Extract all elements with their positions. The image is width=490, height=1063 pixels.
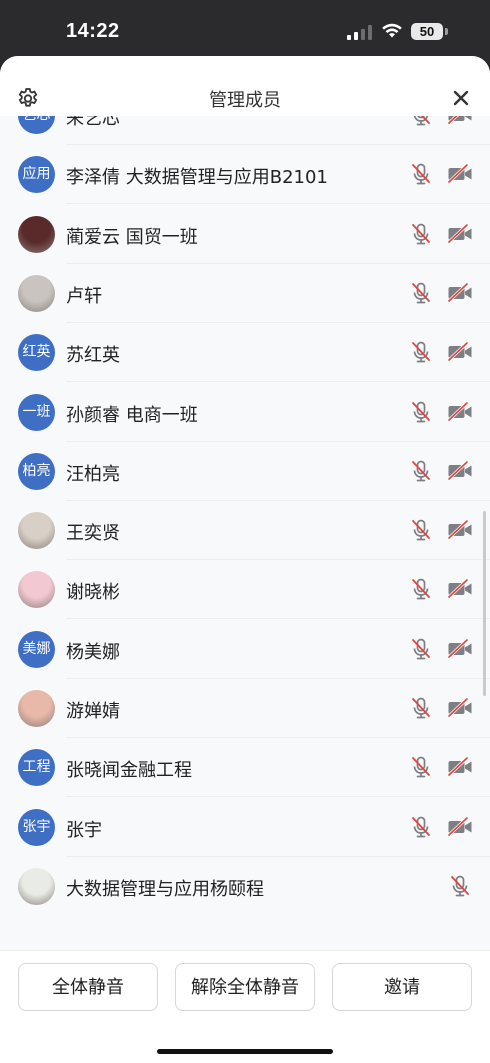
- camera-off-icon[interactable]: [447, 815, 473, 839]
- member-name: 杨美娜: [66, 642, 120, 663]
- member-row[interactable]: 张宇 张宇: [0, 798, 490, 857]
- member-name: 来艺芯: [66, 116, 120, 129]
- row-separator: [66, 203, 490, 204]
- sheet-title: 管理成员: [209, 90, 281, 111]
- home-indicator: [157, 1049, 333, 1054]
- camera-off-icon[interactable]: [447, 459, 473, 483]
- camera-off-icon[interactable]: [447, 116, 473, 127]
- avatar: 工程: [18, 749, 55, 786]
- status-time: 14:22: [66, 20, 120, 42]
- avatar: 艺芯: [18, 116, 55, 134]
- battery-tip: [445, 28, 448, 35]
- cellular-signal-icon: [347, 25, 372, 40]
- mic-muted-icon[interactable]: [409, 222, 433, 246]
- mic-muted-icon[interactable]: [409, 577, 433, 601]
- member-row[interactable]: 卢轩: [0, 264, 490, 323]
- mic-muted-icon[interactable]: [409, 340, 433, 364]
- camera-off-icon[interactable]: [447, 577, 473, 601]
- avatar: 柏亮: [18, 453, 55, 490]
- row-separator: [66, 796, 490, 797]
- member-name: 大数据管理与应用杨颐程: [66, 879, 264, 900]
- avatar: [18, 868, 55, 905]
- member-row[interactable]: 一班 孙颜睿 电商一班: [0, 383, 490, 442]
- row-separator: [66, 618, 490, 619]
- battery-indicator: 50: [411, 23, 443, 40]
- member-row[interactable]: 蔺爱云 国贸一班: [0, 205, 490, 264]
- mic-muted-icon[interactable]: [409, 400, 433, 424]
- mic-muted-icon[interactable]: [409, 518, 433, 542]
- camera-off-icon[interactable]: [447, 281, 473, 305]
- avatar: 应用: [18, 156, 55, 193]
- camera-off-icon[interactable]: [447, 222, 473, 246]
- member-name: 张晓闻金融工程: [66, 760, 192, 781]
- avatar: 张宇: [18, 809, 55, 846]
- member-row[interactable]: 红英 苏红英: [0, 323, 490, 382]
- avatar: [18, 690, 55, 727]
- member-name: 李泽倩 大数据管理与应用B2101: [66, 167, 328, 188]
- close-icon[interactable]: [450, 87, 472, 109]
- mic-muted-icon[interactable]: [409, 637, 433, 661]
- member-row[interactable]: 艺芯来艺芯: [0, 116, 490, 145]
- member-row[interactable]: 柏亮 汪柏亮: [0, 442, 490, 501]
- manage-members-sheet: 管理成员 艺芯来艺芯应用李泽倩 大数据管理与应用B2101蔺爱云 国贸一班卢轩红…: [0, 56, 490, 1063]
- avatar: [18, 275, 55, 312]
- camera-off-icon[interactable]: [447, 696, 473, 720]
- avatar: 美娜: [18, 631, 55, 668]
- camera-off-icon[interactable]: [447, 400, 473, 424]
- camera-off-icon[interactable]: [447, 518, 473, 542]
- mute-all-button[interactable]: 全体静音: [18, 963, 158, 1011]
- mic-muted-icon[interactable]: [409, 162, 433, 186]
- camera-off-icon[interactable]: [447, 162, 473, 186]
- mic-muted-icon[interactable]: [448, 874, 472, 898]
- member-name: 卢轩: [66, 286, 102, 307]
- scrollbar[interactable]: [483, 511, 486, 696]
- mic-muted-icon[interactable]: [409, 281, 433, 305]
- invite-button[interactable]: 邀请: [332, 963, 472, 1011]
- mic-muted-icon[interactable]: [409, 696, 433, 720]
- row-separator: [66, 381, 490, 382]
- camera-off-icon[interactable]: [447, 637, 473, 661]
- status-bar: 14:22 50: [0, 0, 490, 56]
- camera-off-icon[interactable]: [447, 340, 473, 364]
- member-list[interactable]: 艺芯来艺芯应用李泽倩 大数据管理与应用B2101蔺爱云 国贸一班卢轩红英苏红英一…: [0, 116, 490, 950]
- member-row[interactable]: 大数据管理与应用杨颐程: [0, 857, 490, 916]
- avatar: [18, 512, 55, 549]
- member-row[interactable]: 谢晓彬: [0, 560, 490, 619]
- avatar: [18, 571, 55, 608]
- footer-actions: 全体静音 解除全体静音 邀请: [0, 950, 490, 1063]
- camera-off-icon[interactable]: [447, 755, 473, 779]
- avatar: 红英: [18, 334, 55, 371]
- member-name: 游婵婧: [66, 701, 120, 722]
- member-name: 张宇: [66, 820, 102, 841]
- wifi-icon: [382, 23, 402, 38]
- unmute-all-button[interactable]: 解除全体静音: [175, 963, 315, 1011]
- member-name: 孙颜睿 电商一班: [66, 405, 198, 426]
- member-row[interactable]: 游婵婧: [0, 679, 490, 738]
- member-row[interactable]: 王奕贤: [0, 501, 490, 560]
- mic-muted-icon[interactable]: [409, 116, 433, 127]
- member-name: 汪柏亮: [66, 464, 120, 485]
- mic-muted-icon[interactable]: [409, 459, 433, 483]
- avatar: 一班: [18, 394, 55, 431]
- member-name: 谢晓彬: [66, 582, 120, 603]
- avatar: [18, 216, 55, 253]
- member-name: 王奕贤: [66, 523, 120, 544]
- member-name: 蔺爱云 国贸一班: [66, 227, 198, 248]
- mic-muted-icon[interactable]: [409, 755, 433, 779]
- member-row[interactable]: 工程 张晓闻金融工程: [0, 738, 490, 797]
- mic-muted-icon[interactable]: [409, 815, 433, 839]
- member-name: 苏红英: [66, 345, 120, 366]
- member-row[interactable]: 美娜 杨美娜: [0, 620, 490, 679]
- member-row[interactable]: 应用 李泽倩 大数据管理与应用B2101: [0, 145, 490, 204]
